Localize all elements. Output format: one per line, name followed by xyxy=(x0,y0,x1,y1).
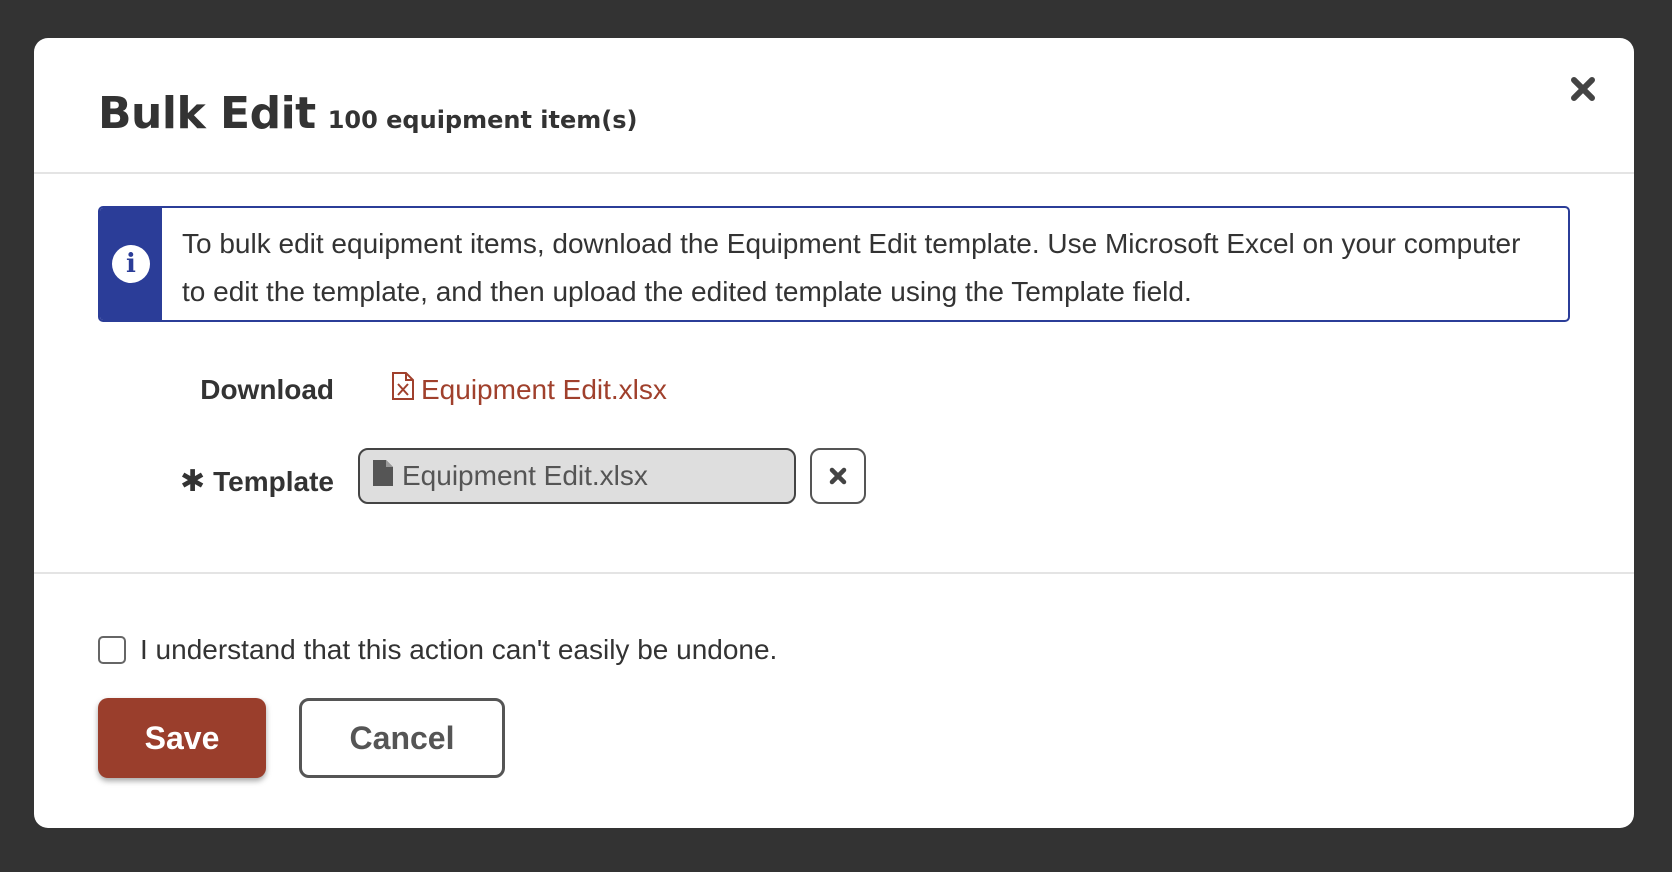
item-count: 100 equipment item(s) xyxy=(327,106,638,134)
cancel-button[interactable]: Cancel xyxy=(299,698,505,778)
excel-file-icon xyxy=(391,372,415,407)
template-label-row: ✱ Template xyxy=(180,466,334,498)
bulk-edit-modal: Bulk Edit 100 equipment item(s) i To bul… xyxy=(34,38,1634,828)
file-icon xyxy=(372,459,394,494)
download-template-link[interactable]: Equipment Edit.xlsx xyxy=(391,372,667,407)
close-icon[interactable] xyxy=(1566,72,1600,106)
modal-footer: I understand that this action can't easi… xyxy=(34,574,1634,824)
template-label: Template xyxy=(213,466,334,497)
download-link-text: Equipment Edit.xlsx xyxy=(421,373,667,405)
info-icon: i xyxy=(112,245,150,283)
modal-body: i To bulk edit equipment items, download… xyxy=(34,174,1634,574)
confirm-text: I understand that this action can't easi… xyxy=(140,634,778,665)
info-alert: i To bulk edit equipment items, download… xyxy=(98,206,1570,322)
confirm-checkbox[interactable] xyxy=(98,636,126,664)
save-button[interactable]: Save xyxy=(98,698,266,778)
modal-header: Bulk Edit 100 equipment item(s) xyxy=(34,38,1634,174)
template-file-name: Equipment Edit.xlsx xyxy=(402,460,648,491)
info-strip: i xyxy=(100,208,162,320)
required-asterisk: ✱ xyxy=(180,465,206,498)
info-line-2: to edit the template, and then upload th… xyxy=(182,276,1192,307)
info-line-1: To bulk edit equipment items, download t… xyxy=(182,228,1521,259)
confirm-row: I understand that this action can't easi… xyxy=(98,634,777,666)
template-file-input[interactable]: Equipment Edit.xlsx xyxy=(358,448,796,504)
page-title: Bulk Edit xyxy=(98,88,316,139)
clear-template-button[interactable] xyxy=(810,448,866,504)
modal-title: Bulk Edit 100 equipment item(s) xyxy=(98,88,638,139)
info-text: To bulk edit equipment items, download t… xyxy=(162,208,1540,320)
clear-icon xyxy=(829,467,847,485)
download-label: Download xyxy=(200,374,334,405)
